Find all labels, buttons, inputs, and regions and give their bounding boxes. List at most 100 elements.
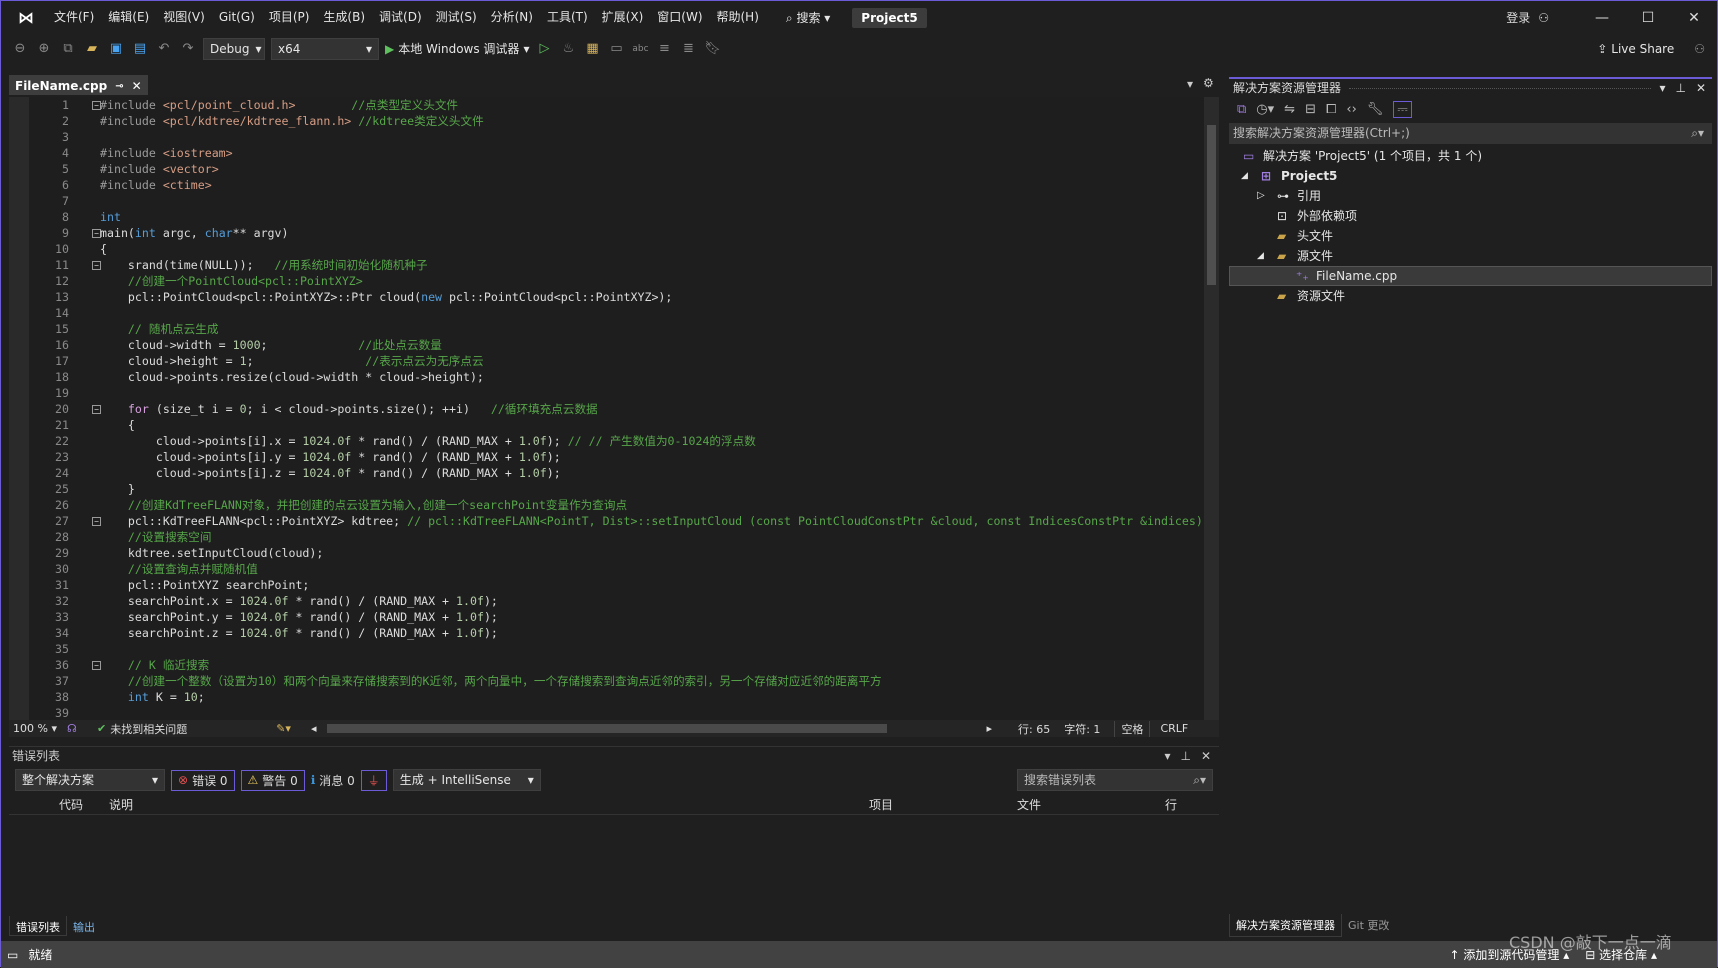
- warnings-filter-button[interactable]: ⚠ 警告 0: [240, 769, 305, 791]
- code-editor[interactable]: 1− #include <pcl/point_cloud.h> //点类型定义头文…: [9, 97, 1219, 720]
- code-line[interactable]: 9− main(int argc, char** argv): [9, 225, 1204, 241]
- code-line[interactable]: 36− // K 临近搜索: [9, 657, 1204, 673]
- notification-icon[interactable]: ▭: [7, 948, 18, 962]
- indentation-mode[interactable]: 空格: [1114, 720, 1151, 737]
- code-line[interactable]: 20− for (size_t i = 0; i < cloud->points…: [9, 401, 1204, 417]
- menu-item[interactable]: 视图(V): [156, 1, 212, 34]
- menu-item[interactable]: 测试(S): [429, 1, 484, 34]
- show-all-files-icon[interactable]: ⧠: [1326, 102, 1336, 117]
- search-button[interactable]: ⌕ 搜索 ▾: [778, 9, 838, 26]
- menu-item[interactable]: 调试(D): [372, 1, 429, 34]
- spell-check-icon[interactable]: abc: [631, 44, 649, 54]
- menu-item[interactable]: 项目(P): [262, 1, 317, 34]
- line-number[interactable]: 行: 65: [1018, 721, 1050, 737]
- find-in-files-icon[interactable]: ▦: [583, 41, 601, 56]
- maximize-button[interactable]: ☐: [1625, 10, 1671, 26]
- code-line[interactable]: 3: [9, 129, 1204, 145]
- switch-views-icon[interactable]: ⧉: [1237, 102, 1246, 117]
- code-line[interactable]: 7: [9, 193, 1204, 209]
- column-code[interactable]: 代码: [59, 795, 109, 814]
- code-line[interactable]: 25 }: [9, 481, 1204, 497]
- menu-item[interactable]: 扩展(X): [595, 1, 651, 34]
- code-line[interactable]: 32 searchPoint.x = 1024.0f * rand() / (R…: [9, 593, 1204, 609]
- code-line[interactable]: 24 cloud->points[i].z = 1024.0f * rand()…: [9, 465, 1204, 481]
- tab-overflow-icon[interactable]: ▾: [1187, 77, 1193, 91]
- code-line[interactable]: 5 #include <vector>: [9, 161, 1204, 177]
- sync-icon[interactable]: ⇋: [1284, 102, 1295, 117]
- code-line[interactable]: 17 cloud->height = 1; //表示点云为无序点云: [9, 353, 1204, 369]
- tab-git-changes[interactable]: Git 更改: [1342, 914, 1395, 937]
- tab-solution-explorer[interactable]: 解决方案资源管理器: [1229, 914, 1342, 937]
- code-line[interactable]: 4 #include <iostream>: [9, 145, 1204, 161]
- menu-item[interactable]: 分析(N): [484, 1, 540, 34]
- code-line[interactable]: 11− srand(time(NULL)); //用系统时间初始化随机种子: [9, 257, 1204, 273]
- expanded-arrow-icon[interactable]: ◢: [1257, 246, 1277, 266]
- menu-item[interactable]: 编辑(E): [101, 1, 156, 34]
- code-line[interactable]: 10 {: [9, 241, 1204, 257]
- tab-output[interactable]: 输出: [67, 916, 101, 936]
- window-layout-icon[interactable]: ▭: [607, 41, 625, 56]
- menu-item[interactable]: 文件(F): [47, 1, 101, 34]
- tree-item-project[interactable]: ◢ ⊞ Project5: [1229, 166, 1712, 186]
- tree-item-header-files[interactable]: ▰ 头文件: [1229, 226, 1712, 246]
- code-line[interactable]: 13 pcl::PointCloud<pcl::PointXYZ>::Ptr c…: [9, 289, 1204, 305]
- uncomment-icon[interactable]: ≣: [679, 41, 697, 56]
- open-folder-icon[interactable]: ▰: [83, 41, 101, 56]
- sign-in-link[interactable]: 登录: [1506, 9, 1530, 26]
- code-line[interactable]: 27− pcl::KdTreeFLANN<pcl::PointXYZ> kdtr…: [9, 513, 1204, 529]
- horizontal-scrollbar[interactable]: [326, 724, 887, 733]
- code-line[interactable]: 6 #include <ctime>: [9, 177, 1204, 193]
- pending-changes-icon[interactable]: ◷▾: [1256, 102, 1274, 117]
- hot-reload-icon[interactable]: ♨: [559, 41, 577, 56]
- account-icon[interactable]: ⚇: [1538, 11, 1549, 25]
- vertical-scrollbar[interactable]: [1204, 97, 1219, 720]
- code-line[interactable]: 30 //设置查询点并赋随机值: [9, 561, 1204, 577]
- column-file[interactable]: 文件: [1017, 795, 1165, 814]
- code-line[interactable]: 31 pcl::PointXYZ searchPoint;: [9, 577, 1204, 593]
- tab-error-list[interactable]: 错误列表: [9, 916, 67, 936]
- code-line[interactable]: 14: [9, 305, 1204, 321]
- comment-icon[interactable]: ≡: [655, 41, 673, 56]
- line-ending[interactable]: CRLF: [1160, 722, 1188, 735]
- code-line[interactable]: 1− #include <pcl/point_cloud.h> //点类型定义头文…: [9, 97, 1204, 113]
- menu-item[interactable]: Git(G): [212, 1, 262, 34]
- tree-item-filename-cpp[interactable]: ⁺₊ FileName.cpp: [1229, 266, 1712, 286]
- code-line[interactable]: 18 cloud->points.resize(cloud->width * c…: [9, 369, 1204, 385]
- bookmark-icon[interactable]: 🔖︎: [703, 41, 721, 56]
- menu-item[interactable]: 窗口(W): [650, 1, 709, 34]
- code-line[interactable]: 19: [9, 385, 1204, 401]
- start-debugging-button[interactable]: ▶ 本地 Windows 调试器 ▾: [385, 40, 529, 57]
- code-line[interactable]: 39: [9, 705, 1204, 720]
- code-line[interactable]: 15 // 随机点云生成: [9, 321, 1204, 337]
- messages-filter-button[interactable]: ℹ 消息 0: [311, 772, 355, 789]
- scroll-right-icon[interactable]: ▸: [987, 722, 993, 735]
- code-line[interactable]: 38 int K = 10;: [9, 689, 1204, 705]
- code-line[interactable]: 22 cloud->points[i].x = 1024.0f * rand()…: [9, 433, 1204, 449]
- errors-filter-button[interactable]: ⊗ 错误 0: [171, 769, 235, 791]
- minimize-button[interactable]: —: [1579, 10, 1625, 26]
- expanded-arrow-icon[interactable]: ◢: [1241, 166, 1261, 186]
- issues-status[interactable]: 未找到相关问题: [110, 721, 260, 737]
- tree-item-resource-files[interactable]: ▰ 资源文件: [1229, 286, 1712, 306]
- menu-item[interactable]: 生成(B): [316, 1, 372, 34]
- code-line[interactable]: 8 int: [9, 209, 1204, 225]
- zoom-dropdown[interactable]: 100 % ▾: [9, 722, 67, 735]
- close-panel-icon[interactable]: ✕: [1696, 79, 1706, 97]
- collapsed-arrow-icon[interactable]: ▷: [1257, 186, 1277, 206]
- undo-icon[interactable]: ↶: [155, 41, 173, 56]
- redo-icon[interactable]: ↷: [179, 41, 197, 56]
- save-all-icon[interactable]: ▤: [131, 41, 149, 56]
- column-project[interactable]: 项目: [869, 795, 1017, 814]
- code-line[interactable]: 33 searchPoint.y = 1024.0f * rand() / (R…: [9, 609, 1204, 625]
- back-icon[interactable]: ⊖: [11, 41, 29, 56]
- save-icon[interactable]: ▣: [107, 41, 125, 56]
- code-line[interactable]: 21 {: [9, 417, 1204, 433]
- source-dropdown[interactable]: 生成 + IntelliSense ▾: [392, 769, 541, 791]
- close-tab-icon[interactable]: ✕: [132, 79, 142, 93]
- start-without-debugging-icon[interactable]: ▷: [535, 41, 553, 56]
- close-panel-icon[interactable]: ✕: [1201, 747, 1211, 765]
- forward-icon[interactable]: ⊕: [35, 41, 53, 56]
- scope-dropdown[interactable]: 整个解决方案 ▾: [15, 769, 165, 791]
- properties-icon[interactable]: 🔧︎: [1367, 102, 1384, 117]
- code-line[interactable]: 2 #include <pcl/kdtree/kdtree_flann.h> //…: [9, 113, 1204, 129]
